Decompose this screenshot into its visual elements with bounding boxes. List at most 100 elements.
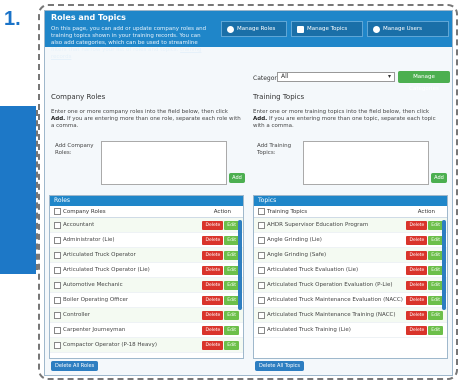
desc-text: Enter one or more training topics into t… — [253, 109, 430, 115]
edit-button[interactable]: Edit — [224, 340, 239, 350]
tab-manage-topics[interactable]: Manage Topics — [291, 21, 363, 37]
list-item-label-wrap: Articulated Truck Operator — [54, 251, 136, 259]
delete-button[interactable]: Delete — [202, 340, 224, 350]
edit-button[interactable]: Edit — [224, 325, 239, 335]
row-actions: Delete Edit — [202, 250, 239, 260]
topics-list-header: Training Topics Action — [254, 206, 447, 218]
delete-button[interactable]: Delete — [406, 280, 428, 290]
delete-button[interactable]: Delete — [202, 235, 224, 245]
delete-button[interactable]: Delete — [202, 325, 224, 335]
topics-list-title: Topics — [254, 196, 447, 206]
row-checkbox[interactable] — [54, 311, 61, 319]
row-checkbox[interactable] — [54, 236, 61, 244]
delete-button[interactable]: Delete — [406, 310, 428, 320]
edit-button[interactable]: Edit — [428, 280, 443, 290]
list-item: Administrator (Lie) Delete Edit — [50, 233, 243, 248]
edit-button[interactable]: Edit — [224, 220, 239, 230]
row-checkbox[interactable] — [54, 221, 61, 229]
row-actions: Delete Edit — [406, 220, 443, 230]
roles-col-name: Company Roles — [63, 208, 106, 215]
manage-categories-button[interactable]: Manage Categories — [398, 71, 450, 92]
row-checkbox[interactable] — [258, 281, 265, 289]
tab-manage-users[interactable]: Manage Users — [367, 21, 449, 37]
edit-button[interactable]: Edit — [428, 295, 443, 305]
delete-button[interactable]: Delete — [202, 280, 224, 290]
edit-button[interactable]: Edit — [224, 310, 239, 320]
row-checkbox[interactable] — [258, 221, 265, 229]
delete-button[interactable]: Delete — [202, 220, 224, 230]
row-actions: Delete Edit — [202, 295, 239, 305]
row-checkbox[interactable] — [258, 311, 265, 319]
list-item: Articulated Truck Maintenance Evaluation… — [254, 293, 447, 308]
edit-button[interactable]: Edit — [224, 235, 239, 245]
edit-button[interactable]: Edit — [224, 280, 239, 290]
row-checkbox[interactable] — [258, 236, 265, 244]
row-checkbox[interactable] — [258, 251, 265, 259]
delete-button[interactable]: Delete — [202, 265, 224, 275]
list-item-label-wrap: Articulated Truck Evaluation (Lie) — [258, 266, 358, 274]
delete-button[interactable]: Delete — [406, 235, 428, 245]
select-all-roles-checkbox[interactable] — [54, 208, 61, 215]
row-actions: Delete Edit — [202, 310, 239, 320]
delete-button[interactable]: Delete — [406, 250, 428, 260]
person-icon — [227, 25, 234, 33]
list-item: Angle Grinding (Lie) Delete Edit — [254, 233, 447, 248]
row-actions: Delete Edit — [202, 235, 239, 245]
delete-button[interactable]: Delete — [202, 250, 224, 260]
edit-button[interactable]: Edit — [428, 325, 443, 335]
list-icon — [297, 25, 304, 33]
tab-label: Manage Users — [383, 26, 422, 32]
edit-button[interactable]: Edit — [428, 220, 443, 230]
list-item-label: Controller — [63, 312, 91, 318]
row-checkbox[interactable] — [54, 281, 61, 289]
delete-button[interactable]: Delete — [202, 295, 224, 305]
list-item-label: Articulated Truck Maintenance Evaluation… — [267, 297, 403, 303]
roles-scrollbar[interactable] — [238, 220, 242, 310]
edit-button[interactable]: Edit — [224, 250, 239, 260]
roles-list: Roles Company Roles Action Accountant Del… — [49, 195, 244, 359]
row-checkbox[interactable] — [54, 296, 61, 304]
delete-button[interactable]: Delete — [406, 220, 428, 230]
delete-button[interactable]: Delete — [406, 265, 428, 275]
row-checkbox[interactable] — [54, 266, 61, 274]
delete-all-roles-button[interactable]: Delete All Roles — [51, 361, 99, 371]
list-item-label-wrap: Administrator (Lie) — [54, 236, 115, 244]
row-checkbox[interactable] — [258, 296, 265, 304]
roles-list-title: Roles — [50, 196, 243, 206]
add-topics-button[interactable]: Add — [431, 173, 447, 183]
row-checkbox[interactable] — [54, 326, 61, 334]
categories-select[interactable]: All ▾ — [277, 72, 395, 82]
add-roles-button[interactable]: Add — [229, 173, 245, 183]
delete-button[interactable]: Delete — [202, 310, 224, 320]
row-checkbox[interactable] — [54, 341, 61, 349]
select-all: Training Topics — [258, 208, 307, 215]
training-topics-input[interactable] — [303, 141, 429, 185]
delete-button[interactable]: Delete — [406, 295, 428, 305]
list-item-label-wrap: Angle Grinding (Safe) — [258, 251, 326, 259]
edit-button[interactable]: Edit — [428, 265, 443, 275]
list-item-label: Articulated Truck Operator — [63, 252, 136, 258]
row-actions: Delete Edit — [406, 310, 443, 320]
topics-scrollbar[interactable] — [442, 220, 446, 310]
company-roles-input[interactable] — [101, 141, 227, 185]
edit-button[interactable]: Edit — [428, 250, 443, 260]
list-item-label-wrap: Angle Grinding (Lie) — [258, 236, 322, 244]
list-item-label-wrap: AHDR Supervisor Education Program — [258, 221, 368, 229]
edit-button[interactable]: Edit — [428, 235, 443, 245]
row-checkbox[interactable] — [258, 266, 265, 274]
delete-button[interactable]: Delete — [406, 325, 428, 335]
edit-button[interactable]: Edit — [224, 295, 239, 305]
edit-button[interactable]: Edit — [224, 265, 239, 275]
delete-all-topics-button[interactable]: Delete All Topics — [255, 361, 304, 371]
tab-manage-roles[interactable]: Manage Roles — [221, 21, 287, 37]
row-checkbox[interactable] — [54, 251, 61, 259]
list-item-label-wrap: Compactor Operator (P-18 Heavy) — [54, 341, 157, 349]
callout-connector — [36, 110, 38, 270]
topics-col-action: Action — [417, 208, 435, 215]
select-all-topics-checkbox[interactable] — [258, 208, 265, 215]
row-checkbox[interactable] — [258, 326, 265, 334]
list-item-label: Accountant — [63, 222, 95, 228]
edit-button[interactable]: Edit — [428, 310, 443, 320]
list-item: Compactor Operator (P-18 Heavy) Delete Edi… — [50, 338, 243, 353]
list-item-label: Automotive Mechanic — [63, 282, 123, 288]
